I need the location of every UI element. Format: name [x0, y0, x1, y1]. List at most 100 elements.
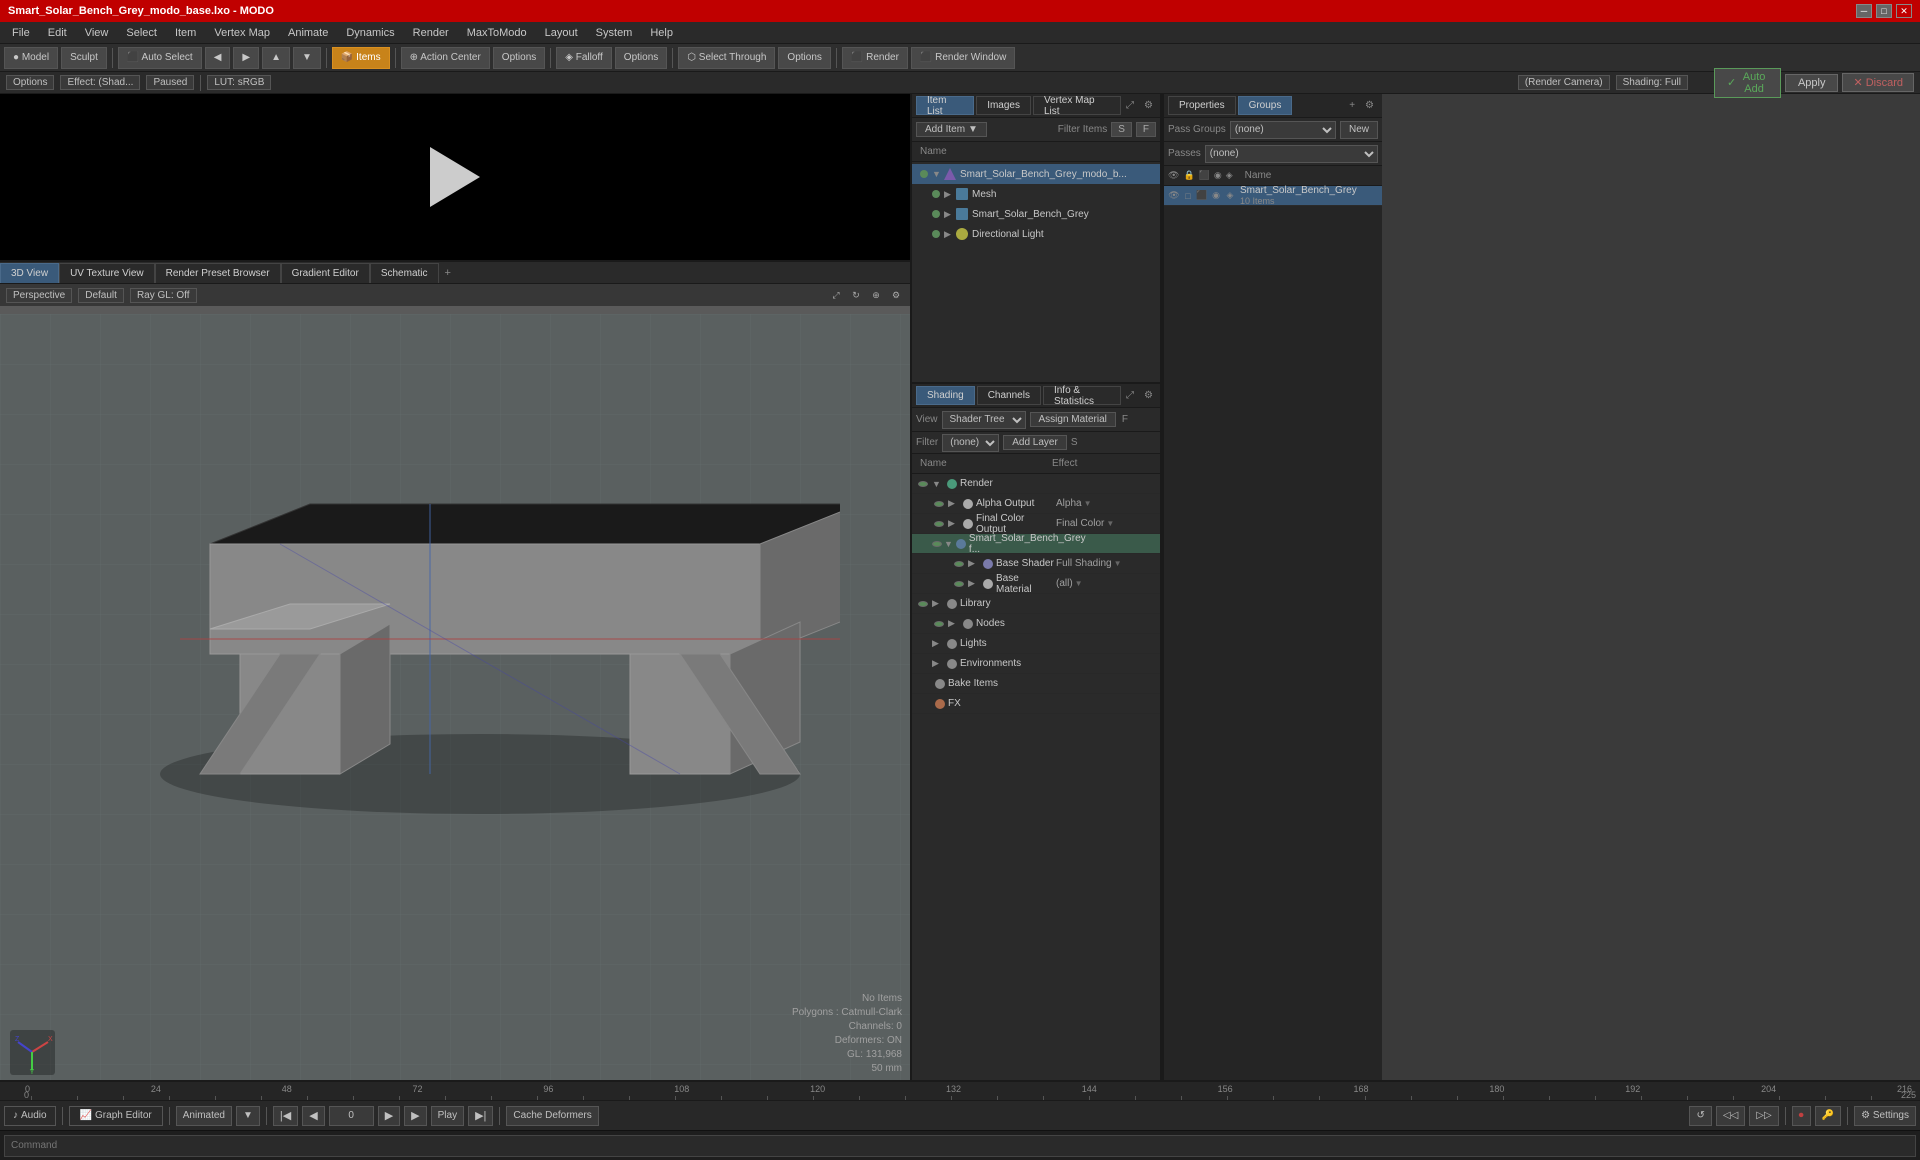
- viewport-maximize-icon[interactable]: ⤢: [828, 287, 844, 303]
- menu-select[interactable]: Select: [118, 25, 165, 41]
- render-button[interactable]: ⬛ Render: [842, 47, 908, 69]
- library-expand[interactable]: ▶: [932, 598, 944, 609]
- new-button[interactable]: New: [1340, 121, 1378, 139]
- render-window-button[interactable]: ⬛ Render Window: [911, 47, 1015, 69]
- baseshader-vis[interactable]: [952, 557, 966, 571]
- select-through-button[interactable]: ⬡ Select Through: [678, 47, 775, 69]
- tab-channels[interactable]: Channels: [977, 386, 1041, 405]
- add-layer-button[interactable]: Add Layer: [1003, 435, 1067, 450]
- viewport-search-icon[interactable]: ⊕: [868, 287, 884, 303]
- solar-shading-vis[interactable]: [932, 537, 942, 551]
- shading-view-select[interactable]: Shader Tree: [942, 411, 1026, 429]
- finalcolor-arrow[interactable]: ▼: [1106, 519, 1114, 528]
- viewport-settings-icon[interactable]: ⚙: [888, 287, 904, 303]
- mode-model-button[interactable]: ● Model: [4, 47, 58, 69]
- alpha-expand[interactable]: ▶: [948, 498, 960, 509]
- groups-list-item-solar[interactable]: 👁 □ ⬛ ◉ ◈ Smart_Solar_Bench_Grey 10 Item…: [1164, 186, 1382, 206]
- shading-row-base-material[interactable]: ▶ Base Material (all) ▼: [912, 574, 1160, 594]
- auto-add-button[interactable]: ✓ Auto Add: [1714, 68, 1781, 98]
- fx-vis[interactable]: [916, 697, 930, 711]
- light-vis[interactable]: [928, 226, 944, 242]
- menu-edit[interactable]: Edit: [40, 25, 75, 41]
- menu-view[interactable]: View: [77, 25, 117, 41]
- tab-vertex-map-list[interactable]: Vertex Map List: [1033, 96, 1121, 115]
- item-list-settings-icon[interactable]: ⚙: [1141, 99, 1156, 112]
- shading-row-bake-items[interactable]: Bake Items: [912, 674, 1160, 694]
- viewport-default-btn[interactable]: Default: [78, 288, 124, 303]
- tab-images[interactable]: Images: [976, 96, 1031, 115]
- timeline-ruler[interactable]: 0 225 0 24 48 72 96 108 120 132 144 156 …: [0, 1082, 1920, 1101]
- solar-expand[interactable]: ▶: [944, 209, 956, 220]
- shading-row-environments[interactable]: ▶ Environments: [912, 654, 1160, 674]
- play-label[interactable]: Play: [431, 1106, 464, 1126]
- lights-expand[interactable]: ▶: [932, 638, 944, 649]
- tab-properties[interactable]: Properties: [1168, 96, 1236, 115]
- tool-right-button[interactable]: ▶: [233, 47, 259, 69]
- scene-vis[interactable]: [916, 166, 932, 182]
- animated-arrow-button[interactable]: ▼: [236, 1106, 260, 1126]
- shading-settings-icon[interactable]: ⚙: [1141, 389, 1156, 402]
- mesh-expand[interactable]: ▶: [944, 189, 956, 200]
- shading-filter-select[interactable]: (none): [942, 434, 999, 452]
- next-button[interactable]: ▶: [378, 1106, 400, 1126]
- assign-material-button[interactable]: Assign Material: [1030, 412, 1116, 427]
- mode-sculpt-button[interactable]: Sculpt: [61, 47, 107, 69]
- alpha-arrow[interactable]: ▼: [1084, 499, 1092, 508]
- items-button[interactable]: 📦 Items: [332, 47, 390, 69]
- tab-groups[interactable]: Groups: [1238, 96, 1293, 115]
- menu-render[interactable]: Render: [405, 25, 457, 41]
- shading-row-render[interactable]: ▼ Render: [912, 474, 1160, 494]
- menu-dynamics[interactable]: Dynamics: [338, 25, 402, 41]
- basematerial-arrow[interactable]: ▼: [1075, 579, 1083, 588]
- tool-up-button[interactable]: ▲: [262, 47, 290, 69]
- light-expand[interactable]: ▶: [944, 229, 956, 240]
- item-list-content[interactable]: ▼ Smart_Solar_Bench_Grey_modo_b... ▶ Mes…: [912, 162, 1160, 382]
- shading-row-fx[interactable]: FX: [912, 694, 1160, 714]
- cache-deformers-button[interactable]: Cache Deformers: [506, 1106, 598, 1126]
- action-options-button[interactable]: Options: [493, 47, 545, 69]
- scene-expand[interactable]: ▼: [932, 169, 944, 179]
- viewport-raygl-btn[interactable]: Ray GL: Off: [130, 288, 197, 303]
- shading-maximize-icon[interactable]: ⤢: [1123, 389, 1137, 402]
- finalcolor-expand[interactable]: ▶: [948, 518, 960, 529]
- menu-system[interactable]: System: [588, 25, 641, 41]
- alpha-vis[interactable]: [932, 497, 946, 511]
- groups-add-icon[interactable]: +: [1345, 98, 1359, 113]
- play-button-ctrl[interactable]: ▶: [404, 1106, 426, 1126]
- pass-groups-select[interactable]: (none): [1230, 121, 1336, 139]
- baseshader-arrow[interactable]: ▼: [1114, 559, 1122, 568]
- tab-info-stats[interactable]: Info & Statistics: [1043, 386, 1121, 405]
- tab-gradient-editor[interactable]: Gradient Editor: [281, 263, 370, 283]
- shading-full-btn[interactable]: Shading: Full: [1616, 75, 1688, 90]
- nodes-expand[interactable]: ▶: [948, 618, 960, 629]
- tree-item-light[interactable]: ▶ Directional Light: [912, 224, 1160, 244]
- tab-3d-view[interactable]: 3D View: [0, 263, 59, 283]
- bakeitems-vis[interactable]: [916, 677, 930, 691]
- environments-vis[interactable]: [916, 657, 930, 671]
- audio-button[interactable]: ♪ Audio: [4, 1106, 56, 1126]
- keyframe-next-button[interactable]: ▷▷: [1749, 1106, 1778, 1126]
- basematerial-vis[interactable]: [952, 577, 966, 591]
- lut-btn[interactable]: LUT: sRGB: [207, 75, 271, 90]
- shading-row-base-shader[interactable]: ▶ Base Shader Full Shading ▼: [912, 554, 1160, 574]
- baseshader-expand[interactable]: ▶: [968, 558, 980, 569]
- mesh-vis[interactable]: [928, 186, 944, 202]
- item-list-maximize-icon[interactable]: ⤢: [1123, 99, 1137, 112]
- tree-item-scene[interactable]: ▼ Smart_Solar_Bench_Grey_modo_b...: [912, 164, 1160, 184]
- viewport-refresh-icon[interactable]: ↻: [848, 287, 864, 303]
- select-options-button[interactable]: Options: [778, 47, 830, 69]
- menu-animate[interactable]: Animate: [280, 25, 336, 41]
- properties-content[interactable]: 👁 🔒 ⬛ ◉ ◈ Name 👁 □ ⬛ ◉ ◈ Smart_Solar_Ben…: [1164, 166, 1382, 1080]
- render-play-button[interactable]: [430, 147, 490, 207]
- falloff-button[interactable]: ◈ Falloff: [556, 47, 612, 69]
- finalcolor-vis[interactable]: [932, 517, 946, 531]
- tab-item-list[interactable]: Item List: [916, 96, 974, 115]
- options-btn[interactable]: Options: [6, 75, 54, 90]
- shading-row-smart-solar[interactable]: ▼ Smart_Solar_Bench_Grey f...: [912, 534, 1160, 554]
- keyframe-prev-button[interactable]: ◁◁: [1716, 1106, 1745, 1126]
- library-vis[interactable]: [916, 597, 930, 611]
- filter-s-button[interactable]: S: [1111, 122, 1132, 137]
- shading-row-nodes[interactable]: ▶ Nodes: [912, 614, 1160, 634]
- discard-button[interactable]: ✕ Discard: [1842, 73, 1914, 92]
- shading-row-lights[interactable]: ▶ Lights: [912, 634, 1160, 654]
